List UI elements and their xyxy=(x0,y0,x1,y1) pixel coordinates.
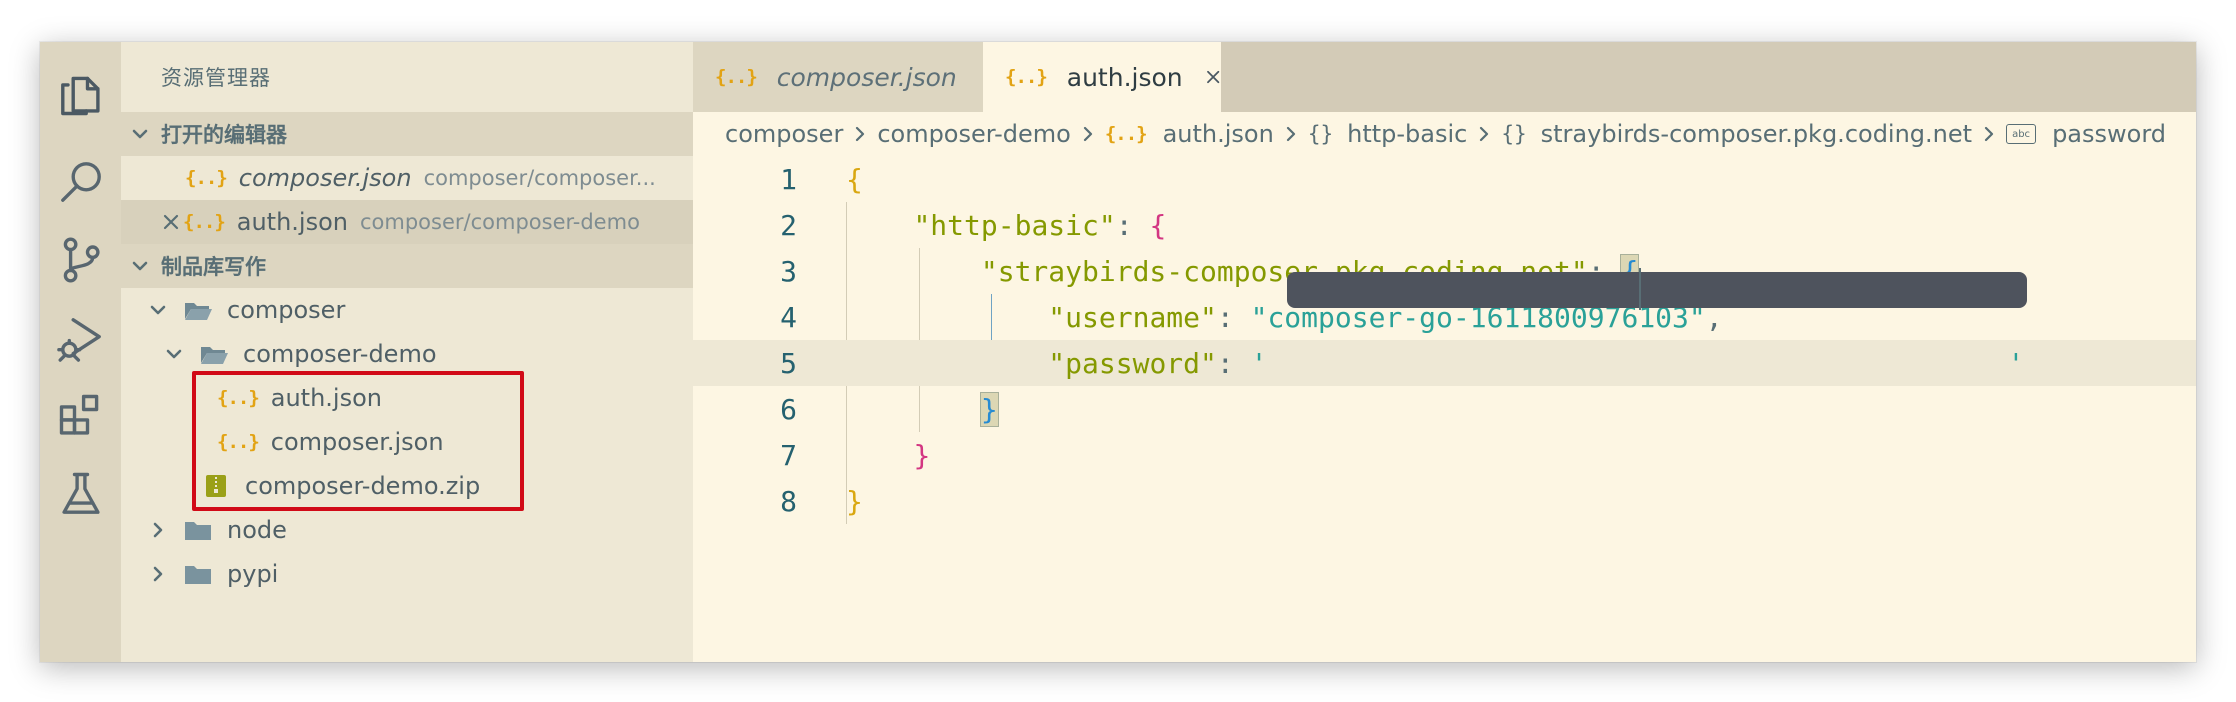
line-number: 3 xyxy=(780,254,797,288)
open-editors-header[interactable]: 打开的编辑器 xyxy=(121,112,693,156)
tree-folder-node[interactable]: node xyxy=(121,508,693,552)
breadcrumb-item[interactable]: auth.json xyxy=(1163,120,1274,148)
code-line: 1 { xyxy=(693,156,2196,202)
code-line: 8 } xyxy=(693,478,2196,524)
close-icon[interactable] xyxy=(161,212,181,232)
source-control-icon[interactable] xyxy=(40,222,121,298)
explorer-sidebar: 资源管理器 打开的编辑器 {..} composer.json composer… xyxy=(121,42,693,662)
line-number: 6 xyxy=(780,392,797,426)
json-file-icon: {..} xyxy=(217,387,260,409)
chevron-down-icon xyxy=(166,349,182,359)
breadcrumb-item[interactable]: composer xyxy=(725,120,843,148)
json-file-icon: {..} xyxy=(715,66,758,88)
tree-item-label: composer.json xyxy=(270,428,444,456)
line-number: 4 xyxy=(780,300,797,334)
tree-file-composer-json[interactable]: {..} composer.json xyxy=(121,420,693,464)
open-editors-title: 打开的编辑器 xyxy=(161,123,287,147)
run-debug-icon[interactable] xyxy=(40,300,121,376)
tab-auth-json[interactable]: {..} auth.json xyxy=(983,42,1221,112)
tree-folder-composer[interactable]: composer xyxy=(121,288,693,332)
tree-item-label: composer xyxy=(227,296,346,324)
explorer-icon[interactable] xyxy=(40,56,121,132)
chevron-right-icon xyxy=(1286,126,1295,142)
tree-folder-pypi[interactable]: pypi xyxy=(121,552,693,596)
search-icon[interactable] xyxy=(40,144,121,220)
chevron-right-icon xyxy=(1480,126,1489,142)
redacted-password xyxy=(1287,272,2027,308)
breadcrumb-item[interactable]: password xyxy=(2052,120,2166,148)
breadcrumb-item[interactable]: composer-demo xyxy=(877,120,1071,148)
open-editor-name: auth.json xyxy=(236,208,348,236)
open-editor-path: composer/composer... xyxy=(423,166,656,190)
chevron-down-icon xyxy=(132,129,148,139)
open-editor-item-active[interactable]: {..} auth.json composer/composer-demo xyxy=(121,200,693,244)
chevron-down-icon xyxy=(132,261,148,271)
open-editor-path: composer/composer-demo xyxy=(360,210,640,234)
activity-bar xyxy=(40,42,121,662)
chevron-right-icon xyxy=(856,126,865,142)
tab-label: auth.json xyxy=(1066,62,1183,92)
object-icon: {} xyxy=(1501,122,1527,146)
chevron-down-icon xyxy=(150,305,166,315)
json-file-icon: {..} xyxy=(217,431,260,453)
code-line: 6 } xyxy=(693,386,2196,432)
breadcrumb-item[interactable]: http-basic xyxy=(1347,120,1467,148)
tree-item-label: auth.json xyxy=(270,384,382,412)
line-number: 7 xyxy=(780,438,797,472)
folder-icon xyxy=(185,522,211,540)
tree-folder-composer-demo[interactable]: composer-demo xyxy=(121,332,693,376)
code-line: 7 } xyxy=(693,432,2196,478)
code-text: "password": ' ' xyxy=(1048,346,2025,380)
line-number: 2 xyxy=(780,208,797,242)
chevron-right-icon xyxy=(1083,126,1092,142)
code-text: { xyxy=(846,162,863,196)
code-line: 2 "http-basic": { xyxy=(693,202,2196,248)
folder-icon xyxy=(185,566,211,584)
object-icon: {} xyxy=(1307,122,1334,146)
vscode-window: 资源管理器 打开的编辑器 {..} composer.json composer… xyxy=(40,42,2196,662)
sidebar-title: 资源管理器 xyxy=(161,66,271,90)
tree-item-label: composer-demo xyxy=(243,340,437,368)
tree-item-label: node xyxy=(227,516,287,544)
zip-file-icon xyxy=(206,475,226,497)
tree-item-label: composer-demo.zip xyxy=(245,472,481,500)
text-cursor xyxy=(1639,268,1641,310)
code-text: "http-basic": { xyxy=(913,208,1167,242)
breadcrumb-item[interactable]: straybirds-composer.pkg.coding.net xyxy=(1541,120,1972,148)
workspace-folder-title: 制品库写作 xyxy=(161,255,266,279)
tree-file-auth-json[interactable]: {..} auth.json xyxy=(121,376,693,420)
extensions-icon[interactable] xyxy=(40,378,121,454)
json-file-icon: {..} xyxy=(1005,66,1048,88)
chevron-right-icon xyxy=(153,522,163,538)
open-editor-item[interactable]: {..} composer.json composer/composer... xyxy=(121,156,693,200)
editor-tabs: {..} composer.json {..} auth.json xyxy=(693,42,2196,112)
tree-file-zip[interactable]: composer-demo.zip xyxy=(121,464,693,508)
workspace-folder-header[interactable]: 制品库写作 xyxy=(121,244,693,288)
close-icon[interactable] xyxy=(1205,66,1221,88)
tab-composer-json[interactable]: {..} composer.json xyxy=(693,42,983,112)
json-file-icon: {..} xyxy=(185,167,228,189)
folder-open-icon xyxy=(185,303,212,320)
breadcrumb: composer composer-demo {..} auth.json {}… xyxy=(693,112,2196,156)
tree-item-label: pypi xyxy=(227,560,279,588)
line-number: 8 xyxy=(780,484,797,518)
code-text: } xyxy=(979,391,999,427)
json-file-icon: {..} xyxy=(1104,123,1148,145)
open-editor-name: composer.json xyxy=(238,164,412,192)
code-text: } xyxy=(846,484,863,518)
code-text: } xyxy=(913,438,931,472)
folder-open-icon xyxy=(201,347,228,364)
line-number: 5 xyxy=(780,346,797,380)
code-editor[interactable]: 1 { 2 "http-basic": { 3 "straybirds-comp… xyxy=(693,156,2196,662)
json-file-icon: {..} xyxy=(183,211,226,233)
tab-label: composer.json xyxy=(776,62,957,92)
testing-icon[interactable] xyxy=(40,456,121,532)
chevron-right-icon xyxy=(153,566,163,582)
string-icon: abc xyxy=(2006,124,2037,144)
line-number: 1 xyxy=(780,162,797,196)
chevron-right-icon xyxy=(1984,126,1994,142)
code-line-current: 5 "password": ' ' xyxy=(693,340,2196,386)
